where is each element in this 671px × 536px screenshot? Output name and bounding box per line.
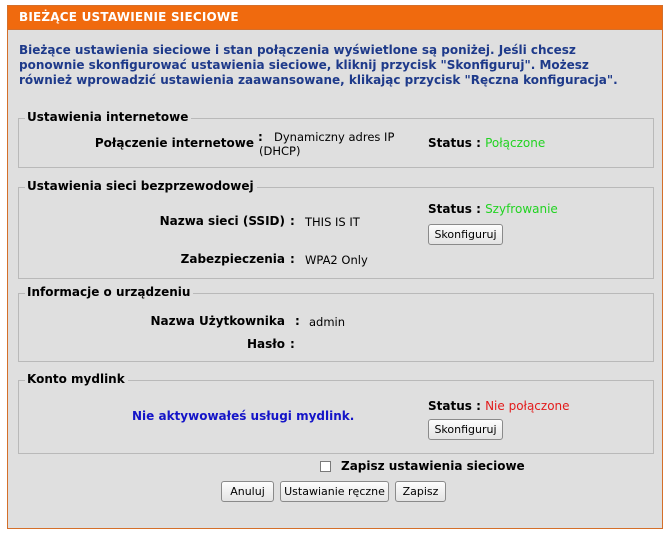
wireless-status-value: Szyfrowanie — [485, 202, 558, 216]
internet-status-value: Połączone — [485, 136, 546, 150]
intro-text: Bieżące ustawienia sieciowe i stan połąc… — [19, 43, 618, 87]
password-label: Hasło — [247, 337, 285, 351]
security-value: WPA2 Only — [305, 253, 368, 267]
save-button[interactable]: Zapisz — [395, 481, 446, 502]
cancel-button[interactable]: Anuluj — [221, 481, 274, 502]
username-colon: : — [295, 314, 300, 328]
internet-status-label: Status : — [428, 136, 481, 150]
wireless-settings-section: Ustawienia sieci bezprzewodowej Nazwa si… — [18, 179, 654, 279]
ssid-colon: : — [290, 214, 295, 228]
device-info-legend: Informacje o urządzeniu — [25, 285, 194, 299]
mydlink-status-label: Status : — [428, 399, 481, 413]
password-colon: : — [290, 337, 295, 351]
panel-title: BIEŻĄCE USTAWIENIE SIECIOWE — [8, 6, 662, 30]
manual-setup-button[interactable]: Ustawianie ręczne — [280, 481, 389, 502]
username-value: admin — [309, 315, 346, 329]
ssid-label: Nazwa sieci (SSID) — [159, 214, 285, 228]
ssid-value: THIS IS IT — [305, 215, 360, 229]
mydlink-status: Status : Nie połączone — [428, 399, 570, 413]
mydlink-section: Konto mydlink Nie aktywowałeś usługi myd… — [18, 372, 654, 454]
save-settings-label: Zapisz ustawienia sieciowe — [341, 459, 525, 473]
wireless-status-label: Status : — [428, 202, 481, 216]
security-colon: : — [290, 252, 295, 266]
internet-connection-label: Połączenie internetowe — [94, 136, 254, 150]
network-settings-panel: BIEŻĄCE USTAWIENIE SIECIOWE Bieżące usta… — [7, 5, 663, 529]
username-label: Nazwa Użytkownika — [150, 314, 286, 328]
device-info-section: Informacje o urządzeniu Nazwa Użytkownik… — [18, 285, 654, 362]
security-label: Zabezpieczenia — [180, 252, 285, 266]
save-settings-checkbox[interactable] — [320, 461, 331, 472]
wireless-configure-button[interactable]: Skonfiguruj — [428, 224, 503, 245]
internet-settings-legend: Ustawienia internetowe — [25, 110, 192, 124]
internet-settings-section: Ustawienia internetowe Połączenie intern… — [18, 110, 654, 168]
mydlink-message: Nie aktywowałeś usługi mydlink. — [132, 409, 355, 423]
wireless-status: Status : Szyfrowanie — [428, 202, 558, 216]
internet-status: Status : Połączone — [428, 136, 545, 150]
internet-connection-value: Dynamiczny adres IP (DHCP) — [259, 130, 395, 158]
mydlink-legend: Konto mydlink — [25, 372, 128, 386]
mydlink-configure-button[interactable]: Skonfiguruj — [428, 419, 503, 440]
wireless-settings-legend: Ustawienia sieci bezprzewodowej — [25, 179, 257, 193]
mydlink-status-value: Nie połączone — [485, 399, 570, 413]
